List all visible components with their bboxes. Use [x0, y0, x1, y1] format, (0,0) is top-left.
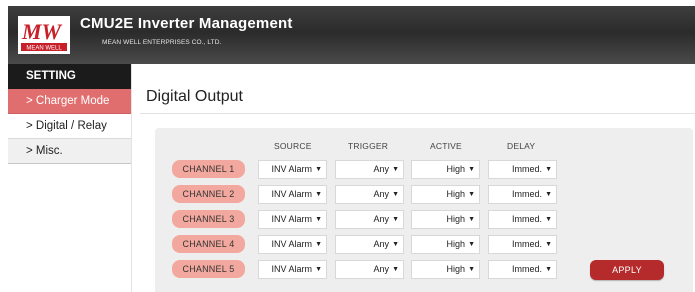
chevron-down-icon: ▼: [392, 166, 399, 173]
active-select[interactable]: High ▼: [411, 235, 480, 254]
channel-label: CHANNEL 1: [172, 160, 245, 178]
delay-select[interactable]: Immed. ▼: [488, 210, 557, 229]
chevron-down-icon: ▼: [392, 216, 399, 223]
trigger-select-value: Any: [373, 264, 389, 274]
logo-subtext: MEAN WELL: [26, 46, 62, 52]
delay-select-value: Immed.: [511, 264, 542, 274]
chevron-down-icon: ▼: [315, 241, 322, 248]
source-select[interactable]: INV Alarm ▼: [258, 160, 327, 179]
company-name: MEAN WELL ENTERPRISES CO., LTD.: [102, 39, 222, 46]
active-select[interactable]: High ▼: [411, 160, 480, 179]
chevron-down-icon: ▼: [392, 241, 399, 248]
channel-label: CHANNEL 2: [172, 185, 245, 203]
active-select-value: High: [446, 264, 465, 274]
chevron-down-icon: ▼: [545, 216, 552, 223]
chevron-down-icon: ▼: [468, 166, 475, 173]
chevron-down-icon: ▼: [392, 266, 399, 273]
chevron-down-icon: ▼: [545, 166, 552, 173]
title-divider: [140, 113, 695, 114]
channel-label: CHANNEL 5: [172, 260, 245, 278]
sidebar: SETTING > Charger Mode > Digital / Relay…: [8, 64, 132, 292]
source-select-value: INV Alarm: [271, 239, 312, 249]
chevron-down-icon: ▼: [468, 191, 475, 198]
delay-select-value: Immed.: [511, 164, 542, 174]
delay-select-value: Immed.: [511, 214, 542, 224]
source-select[interactable]: INV Alarm ▼: [258, 210, 327, 229]
source-select-value: INV Alarm: [271, 214, 312, 224]
chevron-down-icon: ▼: [315, 216, 322, 223]
source-select-value: INV Alarm: [271, 164, 312, 174]
active-select-value: High: [446, 239, 465, 249]
column-header-delay: DELAY: [507, 141, 536, 151]
trigger-select[interactable]: Any ▼: [335, 210, 404, 229]
trigger-select-value: Any: [373, 164, 389, 174]
app-title: CMU2E Inverter Management: [80, 15, 293, 32]
apply-button[interactable]: APPLY: [590, 260, 664, 280]
active-select[interactable]: High ▼: [411, 210, 480, 229]
delay-select-value: Immed.: [511, 189, 542, 199]
chevron-down-icon: ▼: [315, 191, 322, 198]
delay-select[interactable]: Immed. ▼: [488, 185, 557, 204]
active-select[interactable]: High ▼: [411, 185, 480, 204]
chevron-down-icon: ▼: [315, 266, 322, 273]
delay-select[interactable]: Immed. ▼: [488, 235, 557, 254]
logo-mark: MW: [21, 19, 63, 44]
chevron-down-icon: ▼: [392, 191, 399, 198]
trigger-select[interactable]: Any ▼: [335, 235, 404, 254]
chevron-down-icon: ▼: [468, 216, 475, 223]
source-select[interactable]: INV Alarm ▼: [258, 185, 327, 204]
chevron-down-icon: ▼: [468, 241, 475, 248]
delay-select[interactable]: Immed. ▼: [488, 260, 557, 279]
sidebar-item-charger-mode[interactable]: > Charger Mode: [8, 89, 131, 114]
sidebar-heading: SETTING: [8, 64, 131, 89]
source-select-value: INV Alarm: [271, 189, 312, 199]
active-select-value: High: [446, 214, 465, 224]
source-select-value: INV Alarm: [271, 264, 312, 274]
chevron-down-icon: ▼: [545, 266, 552, 273]
trigger-select-value: Any: [373, 239, 389, 249]
source-select[interactable]: INV Alarm ▼: [258, 260, 327, 279]
column-header-source: SOURCE: [274, 141, 312, 151]
column-header-active: ACTIVE: [430, 141, 462, 151]
chevron-down-icon: ▼: [315, 166, 322, 173]
chevron-down-icon: ▼: [468, 266, 475, 273]
chevron-down-icon: ▼: [545, 191, 552, 198]
channel-label: CHANNEL 4: [172, 235, 245, 253]
trigger-select-value: Any: [373, 214, 389, 224]
trigger-select[interactable]: Any ▼: [335, 260, 404, 279]
delay-select-value: Immed.: [511, 239, 542, 249]
chevron-down-icon: ▼: [545, 241, 552, 248]
channel-label: CHANNEL 3: [172, 210, 245, 228]
column-header-trigger: TRIGGER: [348, 141, 389, 151]
trigger-select[interactable]: Any ▼: [335, 185, 404, 204]
page-title: Digital Output: [146, 88, 243, 105]
trigger-select-value: Any: [373, 189, 389, 199]
active-select[interactable]: High ▼: [411, 260, 480, 279]
active-select-value: High: [446, 189, 465, 199]
mean-well-logo: MW MEAN WELL: [18, 16, 70, 54]
delay-select[interactable]: Immed. ▼: [488, 160, 557, 179]
trigger-select[interactable]: Any ▼: [335, 160, 404, 179]
app-header: MW MEAN WELL CMU2E Inverter Management M…: [8, 6, 695, 64]
sidebar-item-digital-relay[interactable]: > Digital / Relay: [8, 114, 131, 139]
active-select-value: High: [446, 164, 465, 174]
source-select[interactable]: INV Alarm ▼: [258, 235, 327, 254]
sidebar-item-misc[interactable]: > Misc.: [8, 139, 131, 164]
